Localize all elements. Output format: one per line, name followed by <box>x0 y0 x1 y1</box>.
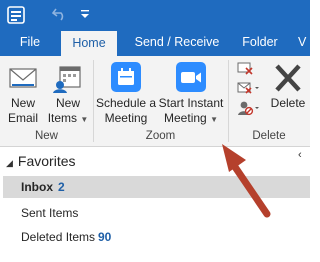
new-items-icon <box>53 66 81 93</box>
new-items-button[interactable]: New Items ▼ <box>47 60 89 128</box>
tab-view[interactable]: V <box>298 29 312 56</box>
folder-name: Inbox <box>21 180 53 194</box>
new-email-label-1: New <box>10 96 35 110</box>
start-instant-meeting-label-2: Meeting <box>164 111 207 125</box>
ribbon: New Email New Items ▼ Schedule a Meeting… <box>0 56 310 147</box>
tab-home[interactable]: Home <box>61 31 117 56</box>
clean-up-icon[interactable] <box>236 80 262 96</box>
start-instant-meeting-button[interactable]: Start Instant Meeting ▼ <box>158 60 224 128</box>
schedule-meeting-button[interactable]: Schedule a Meeting <box>96 60 156 128</box>
favorites-header[interactable]: ◢ Favorites <box>6 153 76 169</box>
ribbon-tab-bar: File Home Send / Receive Folder V <box>0 29 310 56</box>
new-items-label-1: New <box>55 96 80 110</box>
folder-pane: ◢ Favorites ‹ Inbox 2 Sent Items Deleted … <box>0 147 310 262</box>
tab-folder[interactable]: Folder <box>236 29 284 56</box>
quick-access-dropdown-icon[interactable] <box>80 9 90 19</box>
tab-send-receive[interactable]: Send / Receive <box>129 29 225 56</box>
zoom-video-icon <box>176 62 206 92</box>
delete-button[interactable]: Delete <box>268 60 308 128</box>
outlook-app-icon[interactable] <box>7 6 25 24</box>
unread-count: 2 <box>58 180 65 194</box>
collapse-pane-icon[interactable]: ‹ <box>298 149 302 161</box>
group-label-zoom: Zoom <box>145 130 176 142</box>
dropdown-caret-icon: ▼ <box>80 115 89 124</box>
folder-item-inbox[interactable]: Inbox 2 <box>3 176 310 198</box>
group-label-delete: Delete <box>252 130 286 142</box>
start-instant-meeting-label-1: Start Instant <box>158 96 224 110</box>
zoom-calendar-icon <box>111 62 141 92</box>
collapse-triangle-icon: ◢ <box>6 158 13 168</box>
folder-name: Deleted Items <box>21 230 96 244</box>
folder-item-sent-items[interactable]: Sent Items <box>3 203 310 223</box>
dropdown-caret-icon: ▼ <box>210 115 218 124</box>
delete-x-icon <box>275 64 301 92</box>
schedule-meeting-label-2: Meeting <box>104 111 148 125</box>
undo-icon[interactable] <box>52 7 68 21</box>
folder-item-deleted-items[interactable]: Deleted Items 90 <box>3 227 310 247</box>
new-email-button[interactable]: New Email <box>3 60 43 128</box>
junk-icon[interactable] <box>236 100 262 116</box>
title-bar <box>0 0 310 29</box>
item-count: 90 <box>98 230 112 244</box>
folder-name: Sent Items <box>21 206 79 220</box>
new-items-label-2: Items <box>47 111 78 125</box>
favorites-label: Favorites <box>17 153 76 169</box>
tab-file[interactable]: File <box>10 29 50 56</box>
new-email-label-2: Email <box>7 111 38 125</box>
ignore-icon[interactable] <box>236 60 254 76</box>
group-label-new: New <box>34 130 58 142</box>
envelope-icon <box>9 68 37 88</box>
delete-label: Delete <box>270 96 306 110</box>
schedule-meeting-label-1: Schedule a <box>96 96 157 110</box>
